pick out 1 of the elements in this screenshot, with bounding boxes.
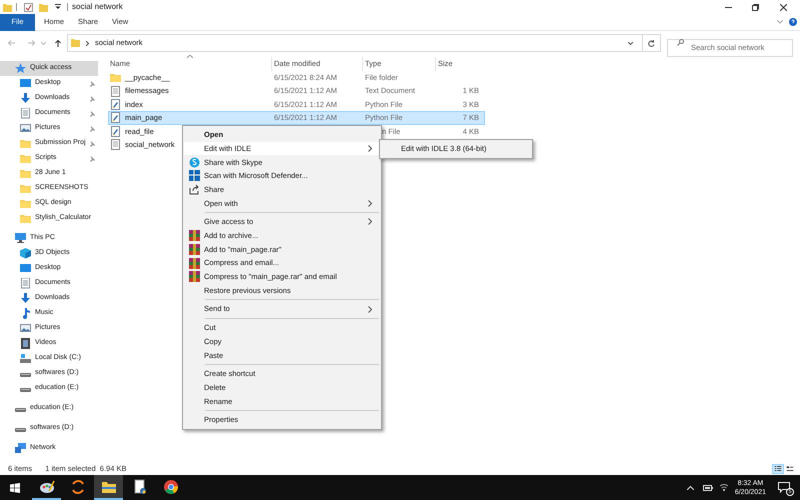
- window-title: social network: [72, 1, 123, 13]
